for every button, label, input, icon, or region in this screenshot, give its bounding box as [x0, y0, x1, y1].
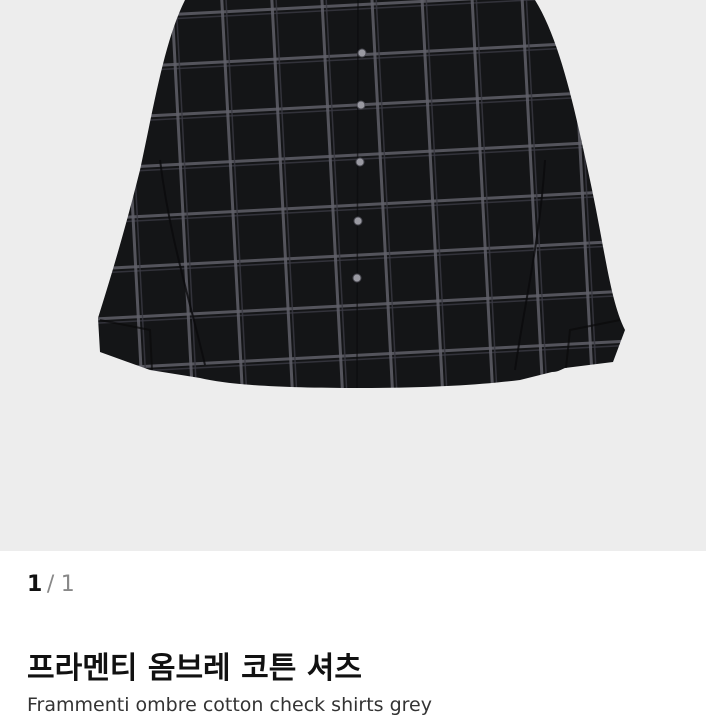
pager-separator: /	[46, 572, 55, 597]
product-subtitle: Frammenti ombre cotton check shirts grey	[27, 694, 432, 716]
product-image[interactable]	[0, 0, 706, 551]
pager-total: 1	[60, 572, 76, 597]
pager-current: 1	[27, 572, 43, 597]
image-pager: 1/1	[27, 572, 75, 597]
product-title: 프라멘티 옴브레 코튼 셔츠	[27, 651, 362, 686]
shirt-illustration	[98, 0, 625, 388]
